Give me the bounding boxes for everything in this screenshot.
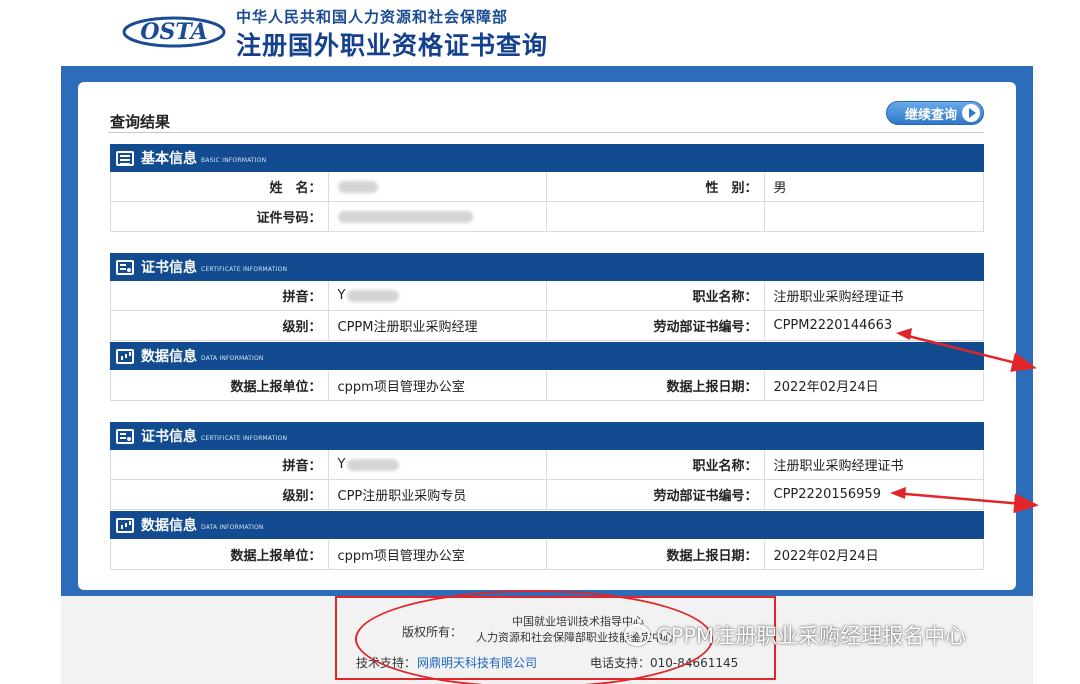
arrow-head-icon (890, 487, 906, 499)
annotation-arrow (899, 332, 1037, 372)
wechat-icon (624, 624, 650, 646)
annotation-arrow (893, 491, 1039, 514)
watermark-text: CPPM注册职业采购经理报名中心 (656, 624, 967, 648)
watermark: CPPM注册职业采购经理报名中心 (624, 620, 966, 650)
arrow-head-icon (896, 328, 912, 340)
annotation-arrows (890, 328, 1039, 514)
